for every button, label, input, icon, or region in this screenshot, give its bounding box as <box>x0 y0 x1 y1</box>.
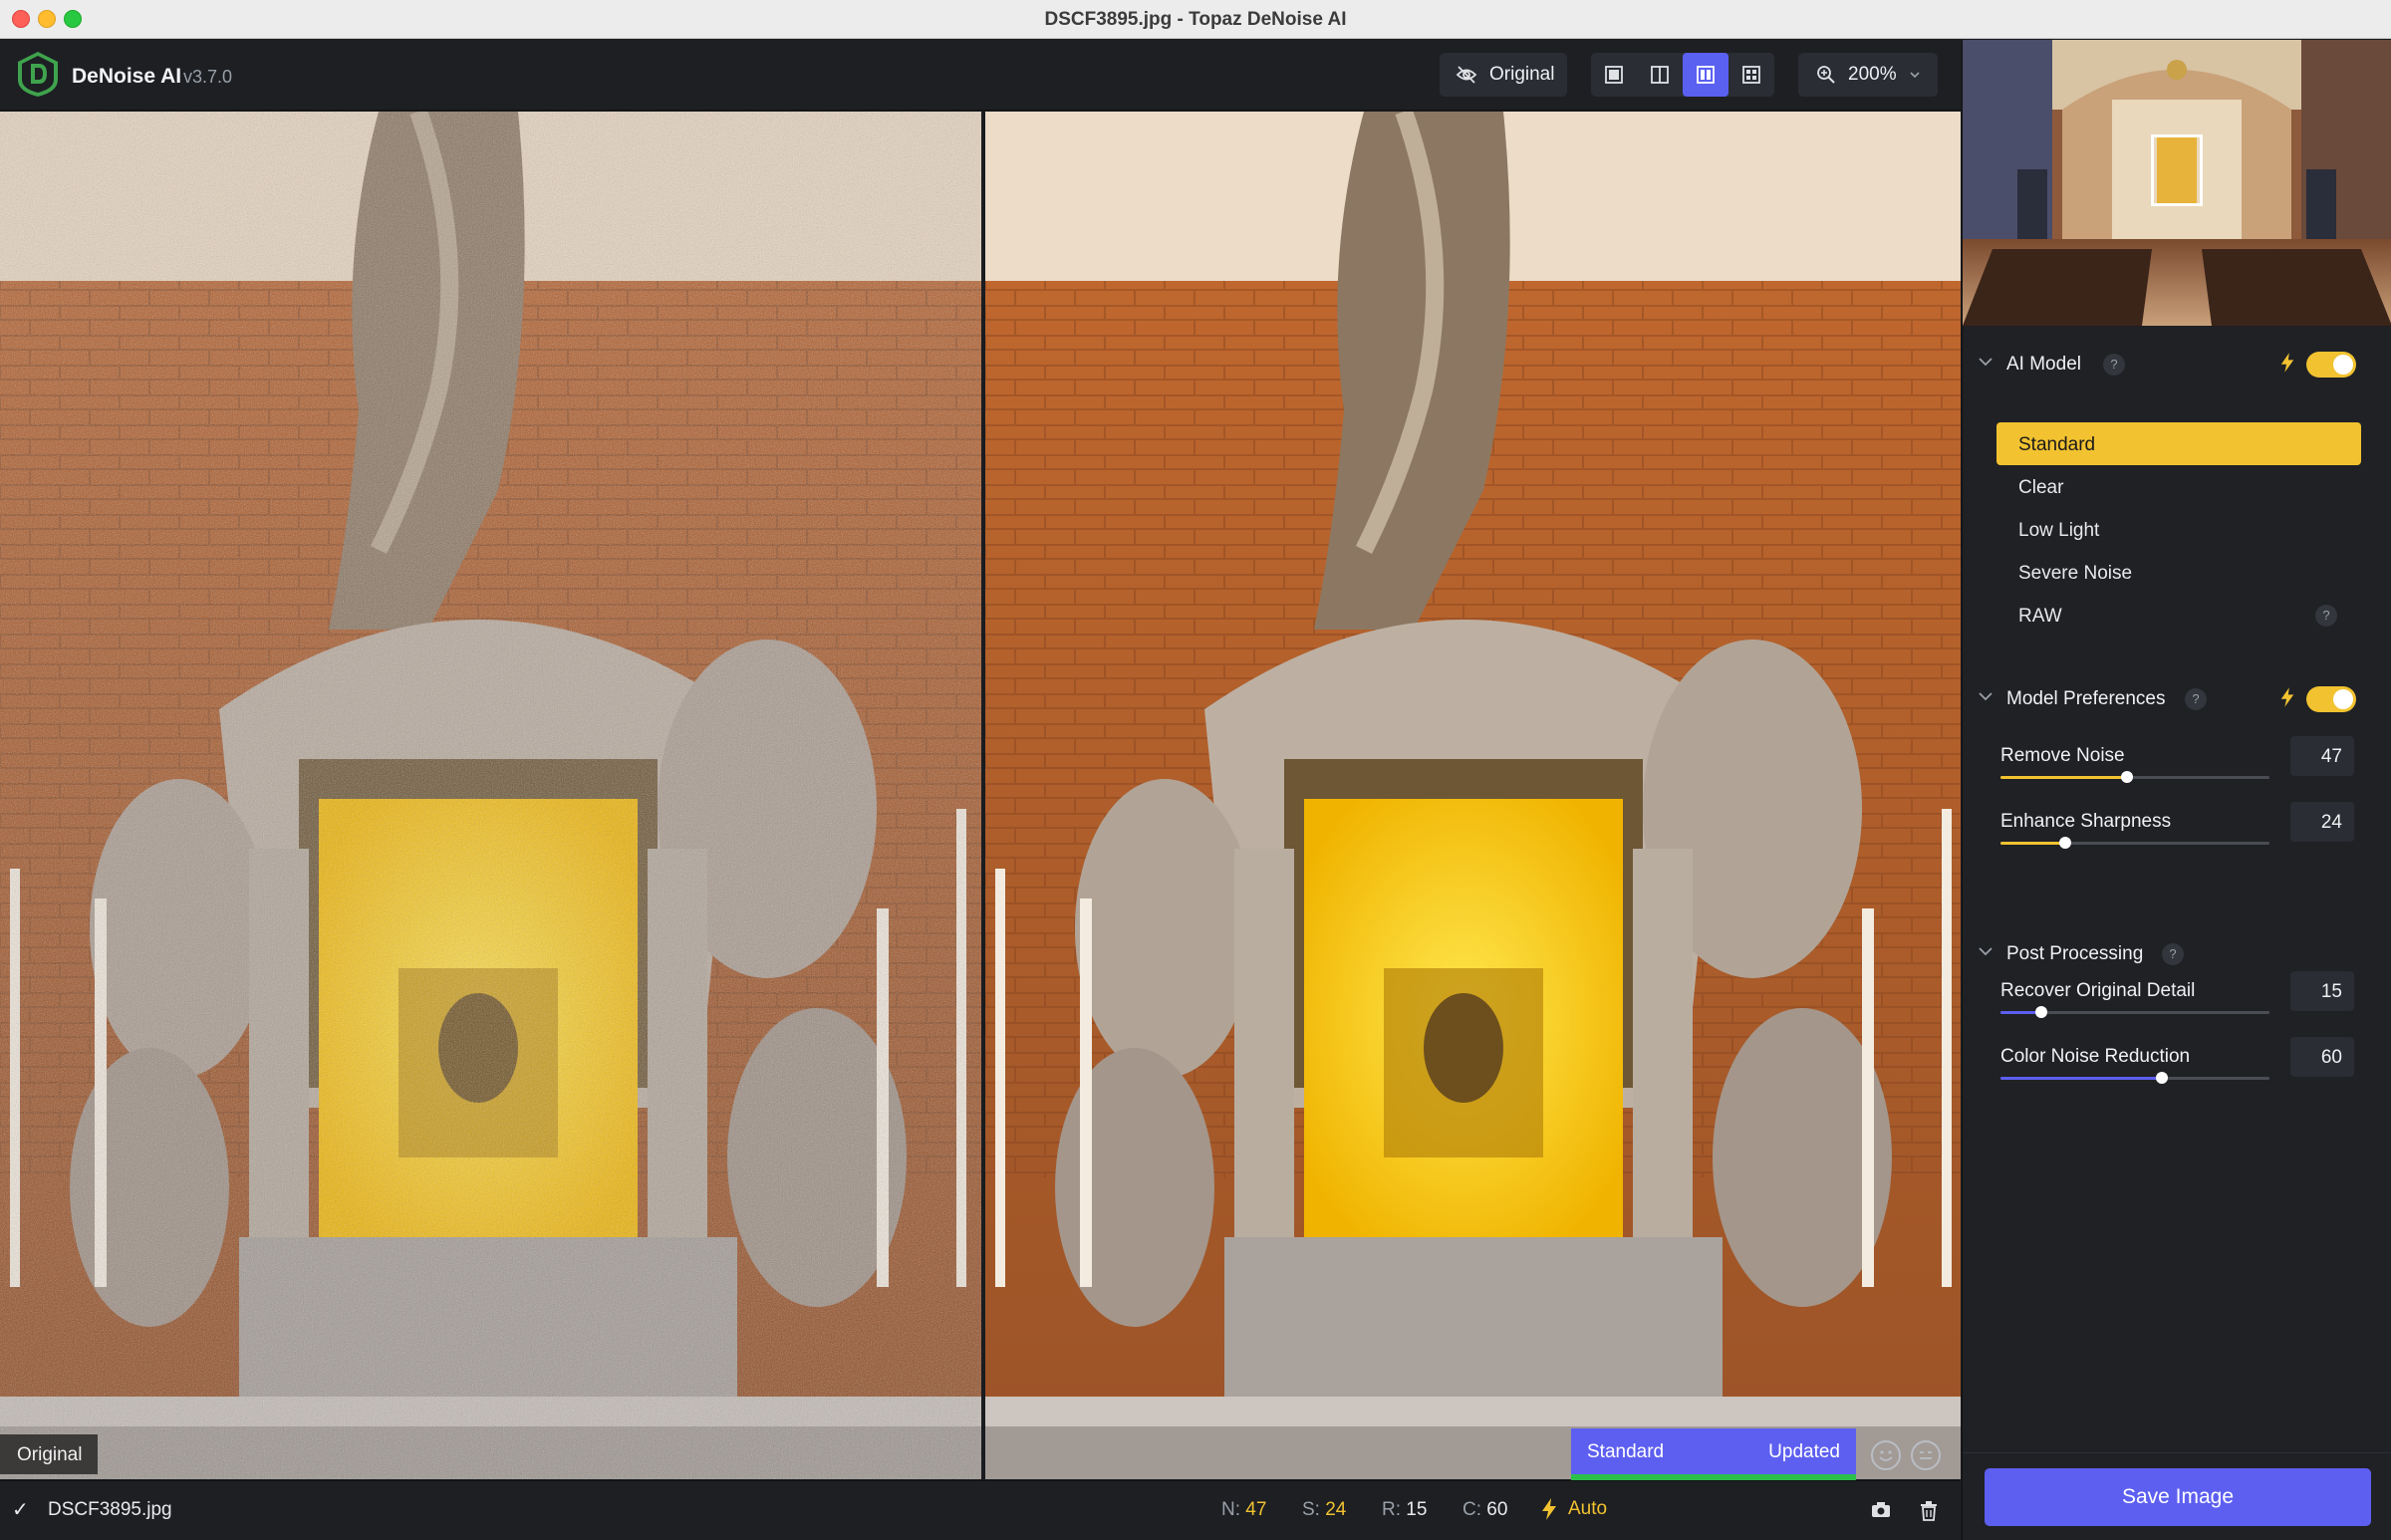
denoised-photo <box>985 112 1961 1479</box>
model-status-bar: Standard Updated <box>1571 1428 1856 1480</box>
remove-noise-value[interactable]: 47 <box>2290 736 2354 776</box>
eye-off-icon <box>1456 66 1477 84</box>
model-standard[interactable]: Standard <box>1996 422 2361 465</box>
model-clear[interactable]: Clear <box>1996 465 2361 508</box>
chevron-down-icon <box>1979 692 1992 701</box>
split-view-button[interactable] <box>1637 53 1683 97</box>
stat-color: C: 60 <box>1462 1499 1508 1520</box>
file-name[interactable]: DSCF3895.jpg <box>48 1499 172 1521</box>
recover-detail-slider: Recover Original Detail 15 <box>2000 971 2369 1040</box>
settings-sidebar: AI Model ? Standard Clear Low Light Seve… <box>1962 40 2391 1540</box>
split-view-icon <box>1651 66 1669 84</box>
model-preferences-help-icon[interactable]: ? <box>2185 688 2207 710</box>
model-preferences-section-header[interactable]: Model Preferences ? <box>1963 677 2391 721</box>
side-by-side-icon <box>1697 66 1715 84</box>
zoom-in-icon <box>1817 66 1835 84</box>
window-title: DSCF3895.jpg - Topaz DeNoise AI <box>1044 9 1347 30</box>
raw-help-icon[interactable]: ? <box>2315 605 2337 627</box>
color-noise-handle[interactable] <box>2156 1072 2168 1084</box>
single-view-button[interactable] <box>1591 53 1637 97</box>
main-toolbar: DeNoise AI v3.7.0 Original 200% <box>0 40 1961 111</box>
post-processing-section-header[interactable]: Post Processing ? <box>1963 932 2391 976</box>
model-raw[interactable]: RAW ? <box>1996 594 2361 637</box>
app-name: DeNoise AI <box>72 65 182 88</box>
chevron-down-icon <box>1979 358 1992 367</box>
auto-mode-indicator[interactable]: Auto <box>1540 1497 1607 1521</box>
camera-icon[interactable] <box>1871 1501 1891 1519</box>
app-version: v3.7.0 <box>183 67 233 87</box>
model-severe-noise[interactable]: Severe Noise <box>1996 551 2361 594</box>
check-icon: ✓ <box>12 1499 29 1521</box>
post-processing-help-icon[interactable]: ? <box>2162 943 2184 965</box>
save-image-button[interactable]: Save Image <box>1985 1468 2371 1526</box>
remove-noise-track[interactable] <box>2000 771 2269 783</box>
enhance-sharpness-value[interactable]: 24 <box>2290 802 2354 842</box>
original-pane-label: Original <box>0 1434 98 1474</box>
recover-detail-handle[interactable] <box>2034 1006 2047 1018</box>
ai-model-list: Standard Clear Low Light Severe Noise RA… <box>1996 422 2361 637</box>
smile-feedback-icon[interactable] <box>1871 1440 1901 1470</box>
chevron-down-icon <box>1910 72 1920 79</box>
grid-view-button[interactable] <box>1728 53 1774 97</box>
enhance-sharpness-track[interactable] <box>2000 837 2269 849</box>
trash-icon[interactable] <box>1920 1501 1938 1521</box>
model-name-label: Standard <box>1587 1441 1665 1462</box>
navigator-viewport[interactable] <box>2151 134 2203 206</box>
status-bar: ✓ DSCF3895.jpg N: 47 S: 24 R: 15 C: 60 A… <box>0 1480 1961 1540</box>
model-low-light[interactable]: Low Light <box>1996 508 2361 551</box>
remove-noise-slider: Remove Noise 47 <box>2000 736 2369 805</box>
grid-view-icon <box>1742 66 1760 84</box>
side-by-side-view-button[interactable] <box>1683 53 1728 97</box>
zoom-level: 200% <box>1848 64 1897 85</box>
recover-detail-value[interactable]: 15 <box>2290 971 2354 1011</box>
show-original-button[interactable]: Original <box>1440 53 1567 97</box>
denoise-logo-icon <box>18 52 58 97</box>
stat-noise: N: 47 <box>1221 1499 1267 1520</box>
ai-model-help-icon[interactable]: ? <box>2103 354 2125 376</box>
stat-recover: R: 15 <box>1382 1499 1428 1520</box>
ai-model-auto-toggle[interactable] <box>2306 352 2356 378</box>
enhance-sharpness-handle[interactable] <box>2058 837 2071 849</box>
color-noise-value[interactable]: 60 <box>2290 1037 2354 1077</box>
lightning-icon <box>2280 353 2294 373</box>
view-mode-group <box>1591 53 1774 97</box>
navigator-thumbnail[interactable] <box>1963 40 2391 326</box>
sidebar-divider <box>1963 1452 2391 1453</box>
neutral-feedback-icon[interactable] <box>1911 1440 1941 1470</box>
app-window: DSCF3895.jpg - Topaz DeNoise AI DeNoise … <box>0 0 2391 1540</box>
color-noise-track[interactable] <box>2000 1072 2269 1084</box>
chevron-down-icon <box>1979 947 1992 956</box>
color-noise-slider: Color Noise Reduction 60 <box>2000 1037 2369 1106</box>
ai-model-section-header[interactable]: AI Model ? <box>1963 343 2391 386</box>
original-photo <box>0 112 981 1479</box>
remove-noise-handle[interactable] <box>2120 771 2133 783</box>
model-preferences-auto-toggle[interactable] <box>2306 686 2356 712</box>
title-bar: DSCF3895.jpg - Topaz DeNoise AI <box>0 0 2391 39</box>
original-label: Original <box>1489 64 1555 85</box>
single-view-icon <box>1605 66 1623 84</box>
recover-detail-track[interactable] <box>2000 1006 2269 1018</box>
lightning-icon <box>2280 687 2294 707</box>
zoom-dropdown[interactable]: 200% <box>1798 53 1938 97</box>
stat-sharpness: S: 24 <box>1302 1499 1347 1520</box>
original-image-pane[interactable] <box>0 112 981 1479</box>
preview-image-pane[interactable] <box>985 112 1961 1479</box>
enhance-sharpness-slider: Enhance Sharpness 24 <box>2000 802 2369 871</box>
model-status-label: Updated <box>1768 1441 1840 1462</box>
lightning-icon <box>1542 1498 1556 1520</box>
